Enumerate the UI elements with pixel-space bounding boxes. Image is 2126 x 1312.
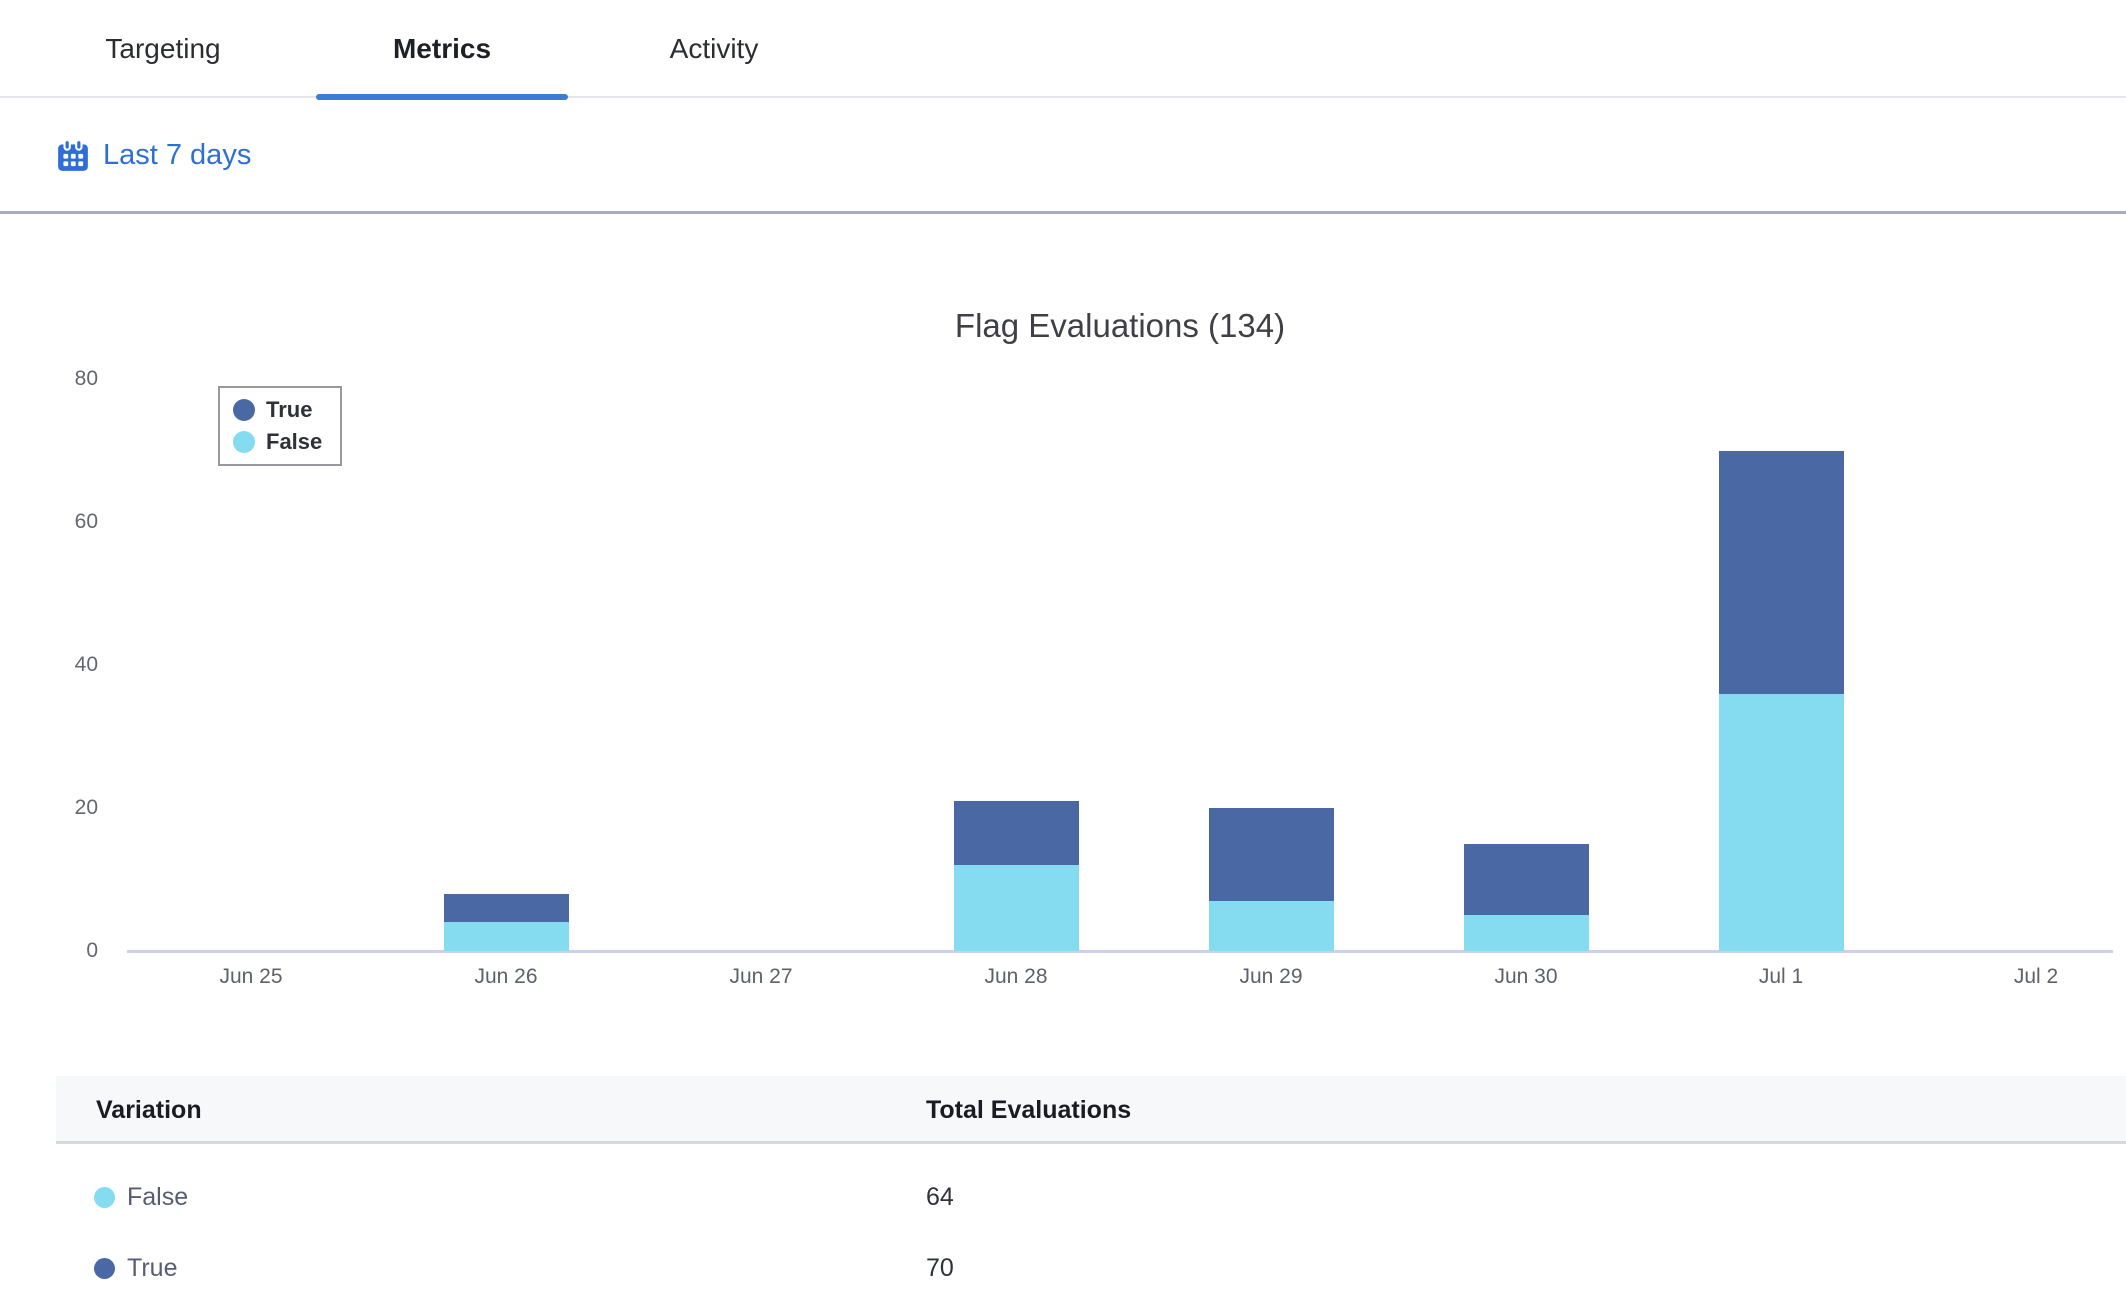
x-axis-label-jun-26: Jun 26 bbox=[416, 965, 596, 989]
false-swatch-icon bbox=[233, 431, 255, 453]
bar-jun-29-false[interactable] bbox=[1209, 901, 1334, 951]
x-axis-label-jul-2: Jul 2 bbox=[1946, 965, 2126, 989]
column-header-total-evaluations: Total Evaluations bbox=[926, 1076, 1131, 1144]
x-axis-label-jul-1: Jul 1 bbox=[1691, 965, 1871, 989]
y-axis-tick-0: 0 bbox=[40, 938, 98, 964]
bar-jun-30-false[interactable] bbox=[1464, 915, 1589, 951]
variation-name: False bbox=[127, 1183, 188, 1212]
y-axis-tick-60: 60 bbox=[40, 509, 98, 535]
x-axis-label-jun-29: Jun 29 bbox=[1181, 965, 1361, 989]
variation-cell: False bbox=[94, 1162, 188, 1232]
flag-evaluations-chart: Flag Evaluations (134) True False 0 20 40 60… bbox=[0, 0, 2126, 1076]
chart-legend[interactable]: True False bbox=[218, 386, 342, 466]
variation-name: True bbox=[127, 1254, 177, 1283]
x-axis-label-jun-28: Jun 28 bbox=[926, 965, 1106, 989]
bar-jun-30-true[interactable] bbox=[1464, 844, 1589, 916]
bar-jun-28-false[interactable] bbox=[954, 865, 1079, 951]
table-header-row: Variation Total Evaluations bbox=[56, 1076, 2126, 1144]
flag-metrics-page: TargetingMetricsActivity Last 7 days Fla… bbox=[0, 0, 2126, 1312]
bar-jun-26-false[interactable] bbox=[444, 922, 569, 951]
legend-label: True bbox=[266, 397, 312, 423]
x-axis-label-jun-27: Jun 27 bbox=[671, 965, 851, 989]
bar-jun-26-true[interactable] bbox=[444, 894, 569, 923]
y-axis-tick-20: 20 bbox=[40, 795, 98, 821]
y-axis-tick-40: 40 bbox=[40, 652, 98, 678]
bar-jul-1-true[interactable] bbox=[1719, 451, 1844, 694]
table-row-true: True 70 bbox=[56, 1233, 2126, 1303]
legend-entry-false[interactable]: False bbox=[233, 428, 332, 456]
variation-cell: True bbox=[94, 1233, 177, 1303]
bar-jul-1-false[interactable] bbox=[1719, 694, 1844, 951]
x-axis-label-jun-30: Jun 30 bbox=[1436, 965, 1616, 989]
y-axis-tick-80: 80 bbox=[40, 366, 98, 392]
bar-jun-29-true[interactable] bbox=[1209, 808, 1334, 901]
true-swatch-icon bbox=[94, 1258, 115, 1279]
total-evaluations-value: 70 bbox=[926, 1233, 954, 1303]
false-swatch-icon bbox=[94, 1187, 115, 1208]
table-row-false: False 64 bbox=[56, 1162, 2126, 1232]
x-axis-label-jun-25: Jun 25 bbox=[161, 965, 341, 989]
chart-title: Flag Evaluations (134) bbox=[120, 307, 2120, 345]
column-header-variation: Variation bbox=[96, 1076, 202, 1144]
legend-entry-true[interactable]: True bbox=[233, 396, 332, 424]
true-swatch-icon bbox=[233, 399, 255, 421]
bar-jun-28-true[interactable] bbox=[954, 801, 1079, 865]
total-evaluations-value: 64 bbox=[926, 1162, 954, 1232]
legend-label: False bbox=[266, 429, 322, 455]
